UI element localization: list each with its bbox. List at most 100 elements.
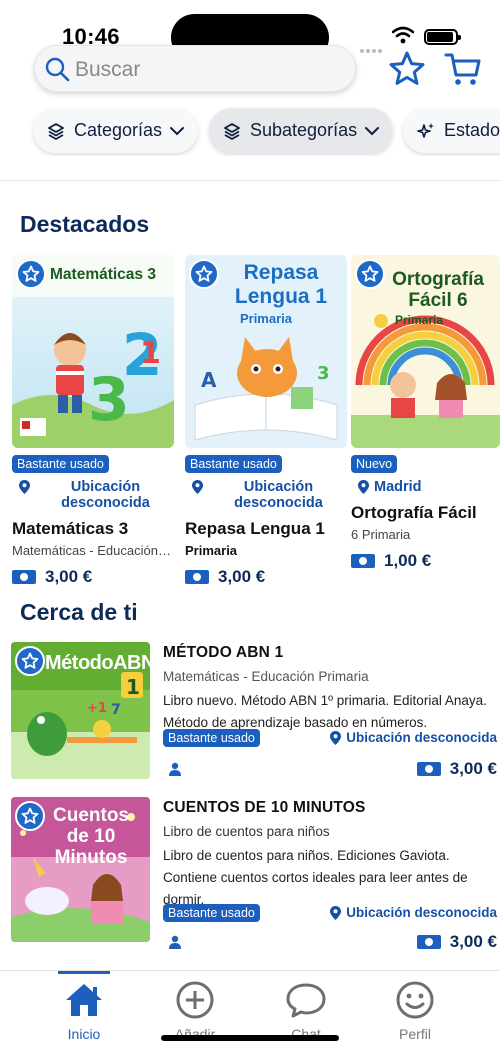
search-icon [45, 57, 70, 82]
star-icon [195, 265, 213, 282]
item-description: Libro de cuentos para niños. Ediciones G… [163, 848, 468, 907]
nearby-heading: Cerca de ti [20, 599, 138, 625]
layers-icon [224, 122, 240, 140]
item-meta-row: Bastante usado Ubicación desconocida [163, 729, 497, 747]
wifi-icon [392, 26, 414, 44]
add-circle-icon [176, 981, 214, 1019]
price-value: 3,00 € [449, 759, 497, 778]
cover-title: Repasa Lengua 1 [234, 261, 328, 308]
item-category: Libro de cuentos para niños [163, 824, 330, 839]
money-icon [12, 570, 36, 584]
location-pin-icon [19, 480, 30, 494]
favorite-button[interactable] [15, 801, 45, 831]
location-pin-icon [330, 906, 342, 920]
search-bar[interactable] [34, 45, 356, 92]
svg-text:+1: +1 [87, 701, 107, 716]
price-value: 3,00 € [218, 567, 266, 586]
favorite-button[interactable] [355, 259, 385, 289]
featured-card[interactable]: 2 3 1 Matemáticas 3 Bastante usado Ubica… [12, 255, 174, 587]
condition-badge: Bastante usado [185, 455, 282, 473]
svg-text:3: 3 [317, 363, 330, 384]
svg-text:7: 7 [111, 702, 121, 718]
star-icon [361, 265, 379, 282]
location-text: Ubicación desconocida [61, 479, 150, 511]
home-icon [66, 984, 102, 1016]
star-icon [21, 652, 39, 669]
tab-home[interactable]: Inicio [39, 981, 129, 1042]
search-input[interactable] [75, 56, 345, 84]
location-pin-icon [358, 480, 369, 494]
star-icon [21, 807, 39, 824]
price-value: 1,00 € [384, 551, 432, 570]
signal-icon [360, 40, 384, 53]
location: Ubicación desconocida [323, 730, 497, 746]
home-indicator [161, 1035, 339, 1041]
list-item[interactable]: Cuentos de 10 Minutos CUENTOS DE 10 MINU… [10, 797, 497, 951]
location-text: Ubicación desconocida [346, 905, 497, 920]
card-title: Repasa Lengua 1 [185, 519, 325, 538]
favorite-button[interactable] [189, 259, 219, 289]
filter-state[interactable]: Estado [403, 108, 500, 153]
tab-active-indicator [58, 971, 110, 974]
cart-icon[interactable] [444, 50, 482, 88]
tab-profile[interactable]: Perfil [370, 981, 460, 1042]
price: 3,00 € [12, 567, 174, 587]
tab-home-label: Inicio [67, 1026, 101, 1042]
list-item[interactable]: +1 7 1 MétodoABN 1 MÉTODO ABN 1 Matemáti… [10, 642, 497, 782]
location-pin-icon [192, 480, 203, 494]
sparkles-icon [417, 122, 434, 138]
item-footer: 3,00 € [163, 932, 497, 952]
tab-profile-label: Perfil [399, 1026, 431, 1042]
item-footer: 3,00 € [163, 759, 497, 779]
user-icon [169, 762, 181, 776]
book-cover[interactable]: 2 3 1 Matemáticas 3 [12, 255, 174, 448]
book-cover[interactable]: +1 7 1 MétodoABN 1 [11, 642, 150, 779]
tab-chat[interactable]: Chat [261, 981, 351, 1042]
featured-card[interactable]: Ortografía Fácil 6 Primaria Nuevo Madrid… [351, 255, 500, 571]
filter-bar: Categorías Subategorías Estado [0, 106, 500, 156]
book-cover[interactable]: A 3 Repasa Lengua 1 Primaria [185, 255, 347, 448]
card-subtitle: Primaria [185, 543, 238, 558]
filter-categories-label: Categorías [74, 120, 163, 140]
cover-title: Matemáticas 3 [50, 266, 156, 283]
cover-subtitle: Primaria [395, 313, 444, 327]
favorite-button[interactable] [16, 259, 46, 289]
cover-title: Cuentos de 10 Minutos [53, 805, 129, 868]
layers-icon [48, 122, 64, 140]
book-cover[interactable]: Cuentos de 10 Minutos [11, 797, 150, 942]
tab-add[interactable]: Añadir [150, 981, 240, 1042]
favorite-button[interactable] [15, 646, 45, 676]
price: 3,00 € [185, 567, 347, 587]
price-value: 3,00 € [449, 932, 497, 951]
featured-card[interactable]: A 3 Repasa Lengua 1 Primaria Bastante us… [185, 255, 347, 587]
book-cover[interactable]: Ortografía Fácil 6 Primaria [351, 255, 500, 448]
filter-categories[interactable]: Categorías [33, 108, 199, 153]
chat-icon [286, 983, 326, 1018]
location: Madrid [351, 479, 500, 495]
condition-badge: Bastante usado [163, 729, 260, 747]
item-description: Libro nuevo. Método ABN 1º primaria. Edi… [163, 693, 487, 730]
location: Ubicación desconocida [323, 905, 497, 921]
money-icon [351, 554, 375, 568]
condition-badge: Nuevo [351, 455, 398, 473]
price: 1,00 € [351, 551, 500, 571]
item-title: CUENTOS DE 10 MINUTOS [163, 799, 366, 816]
status-bar: 10:46 [0, 0, 500, 61]
item-meta-row: Bastante usado Ubicación desconocida [163, 904, 497, 922]
card-title: Matemáticas 3 [12, 519, 129, 538]
card-subtitle: 6 Primaria [351, 527, 411, 542]
price: 3,00 € [416, 759, 497, 779]
chevron-down-icon [365, 126, 380, 135]
location-text: Ubicación desconocida [346, 730, 497, 745]
filter-subcategories[interactable]: Subategorías [209, 108, 394, 153]
star-icon[interactable] [388, 50, 426, 88]
divider [0, 180, 500, 181]
card-title: Ortografía Fácil [351, 503, 477, 522]
condition-badge: Bastante usado [12, 455, 109, 473]
filter-state-label: Estado [444, 120, 500, 140]
item-info: MÉTODO ABN 1 Matemáticas - Educación Pri… [163, 642, 497, 778]
svg-text:1: 1 [140, 336, 161, 371]
item-title: MÉTODO ABN 1 [163, 644, 284, 661]
svg-text:A: A [201, 368, 217, 392]
location-pin-icon [330, 731, 342, 745]
